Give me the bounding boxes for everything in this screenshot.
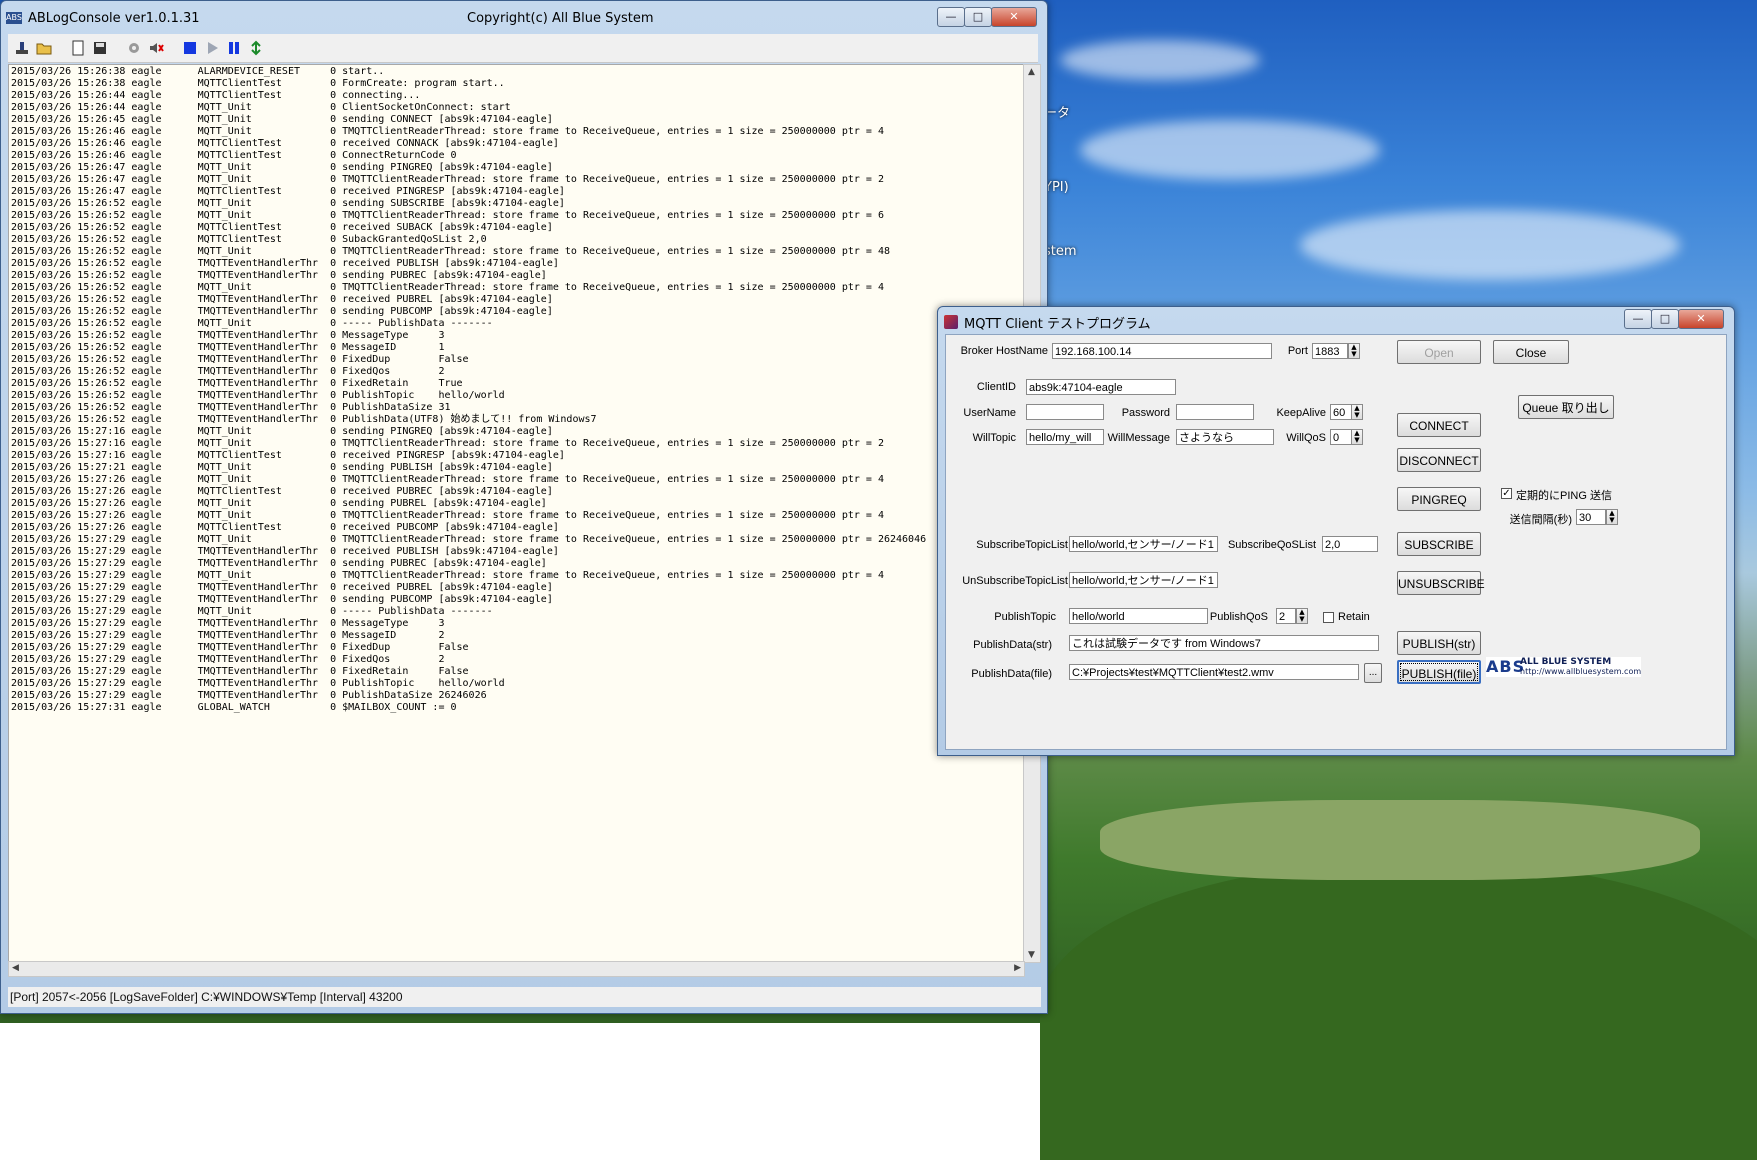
desktop-icon-label[interactable]: stem: [1044, 244, 1077, 259]
ping-interval-spinner[interactable]: ▲ ▼: [1606, 509, 1618, 525]
publish-data-str-label: PublishData(str): [973, 639, 1052, 651]
maximize-button[interactable]: □: [964, 7, 992, 27]
publish-qos-spinner[interactable]: ▲ ▼: [1296, 608, 1308, 624]
will-message-label: WillMessage: [1107, 432, 1170, 444]
will-qos-label: WillQoS: [1286, 432, 1326, 444]
close-button[interactable]: ✕: [991, 7, 1037, 27]
mute-icon[interactable]: [146, 38, 166, 58]
window-title: ABLogConsole ver1.0.1.31: [28, 11, 200, 26]
hill: [1040, 860, 1757, 1160]
ping-interval-label: 送信間隔(秒): [1509, 514, 1572, 526]
username-input[interactable]: [1026, 404, 1104, 420]
cloud: [1300, 210, 1680, 280]
port-input[interactable]: 1883: [1312, 343, 1348, 359]
unsubscribe-button[interactable]: UNSUBSCRIBE: [1397, 571, 1485, 595]
publish-topic-input[interactable]: hello/world: [1069, 608, 1208, 624]
subscribe-topic-input[interactable]: hello/world,センサー/ノード1: [1069, 536, 1218, 552]
stop-icon[interactable]: [180, 38, 200, 58]
browse-button[interactable]: ...: [1364, 663, 1382, 683]
publish-topic-label: PublishTopic: [994, 611, 1056, 623]
log-output[interactable]: 2015/03/26 15:26:38 eagle ALARMDEVICE_RE…: [8, 64, 1024, 963]
log-console-window: ABS ABLogConsole ver1.0.1.31 Copyright(c…: [0, 0, 1048, 1014]
retain-label: Retain: [1338, 611, 1370, 623]
close-button[interactable]: ✕: [1678, 309, 1724, 329]
horizontal-scrollbar[interactable]: ◀ ▶: [8, 961, 1025, 977]
publish-file-button[interactable]: PUBLISH(file): [1397, 660, 1481, 684]
mqtt-app-icon: [944, 315, 958, 329]
will-qos-input[interactable]: 0: [1330, 429, 1352, 445]
scroll-down-icon[interactable]: ▼: [1028, 950, 1035, 960]
will-topic-label: WillTopic: [972, 432, 1016, 444]
will-qos-spinner[interactable]: ▲ ▼: [1351, 429, 1363, 445]
ping-checkbox-label: 定期的にPING 送信: [1516, 490, 1612, 502]
subscribe-qos-input[interactable]: 2,0: [1322, 536, 1378, 552]
ping-checkbox[interactable]: ✓: [1501, 488, 1512, 499]
keepalive-spinner[interactable]: ▲ ▼: [1351, 404, 1363, 420]
port-spinner[interactable]: ▲ ▼: [1348, 343, 1360, 359]
disconnect-button[interactable]: DISCONNECT: [1397, 448, 1481, 472]
publish-data-str-input[interactable]: これは試験データです from Windows7: [1069, 635, 1379, 651]
pingreq-button[interactable]: PINGREQ: [1397, 487, 1481, 511]
abs-logo-name: ALL BLUE SYSTEM: [1520, 657, 1612, 667]
unsubscribe-topic-input[interactable]: hello/world,センサー/ノード1: [1069, 572, 1218, 588]
minimize-button[interactable]: —: [937, 7, 965, 27]
client-id-label: ClientID: [976, 381, 1016, 393]
ping-interval-input[interactable]: 30: [1576, 509, 1606, 525]
publish-str-button[interactable]: PUBLISH(str): [1397, 631, 1481, 655]
mqtt-client-window: MQTT Client テストプログラム — □ ✕ Broker HostNa…: [937, 306, 1735, 756]
mqtt-titlebar[interactable]: MQTT Client テストプログラム — □ ✕: [938, 307, 1734, 337]
unsubscribe-topic-label: UnSubscribeTopicList: [962, 575, 1068, 587]
publish-data-file-input[interactable]: C:¥Projects¥test¥MQTTClient¥test2.wmv: [1069, 664, 1359, 680]
scroll-right-icon[interactable]: ▶: [1014, 963, 1021, 973]
broker-host-label: Broker HostName: [960, 345, 1048, 357]
maximize-button[interactable]: □: [1651, 309, 1679, 329]
port-label: Port: [1287, 345, 1308, 357]
mqtt-form: Broker HostName 192.168.100.14 Port 1883…: [945, 334, 1727, 750]
play-icon[interactable]: [202, 38, 222, 58]
open-folder-icon[interactable]: [34, 38, 54, 58]
status-bar: [Port] 2057<-2056 [LogSaveFolder] C:¥WIN…: [8, 987, 1041, 1007]
toolbar: [8, 34, 1038, 63]
pause-icon[interactable]: [224, 38, 244, 58]
new-page-icon[interactable]: [68, 38, 88, 58]
publish-qos-input[interactable]: 2: [1276, 608, 1296, 624]
broker-host-input[interactable]: 192.168.100.14: [1052, 343, 1272, 359]
scroll-left-icon[interactable]: ◀: [12, 963, 19, 973]
minimize-button[interactable]: —: [1624, 309, 1652, 329]
log-text: 2015/03/26 15:26:38 eagle ALARMDEVICE_RE…: [11, 66, 927, 713]
close-connection-button[interactable]: Close: [1493, 340, 1569, 364]
password-label: Password: [1121, 407, 1170, 419]
will-topic-input[interactable]: hello/my_will: [1026, 429, 1104, 445]
subscribe-qos-label: SubscribeQoSList: [1227, 539, 1316, 551]
app-icon: ABS: [6, 12, 22, 24]
publish-data-file-label: PublishData(file): [971, 668, 1052, 680]
abs-logo: ABS ALL BLUE SYSTEM http://www.allbluesy…: [1486, 657, 1641, 677]
keepalive-label: KeepAlive: [1276, 407, 1326, 419]
keepalive-input[interactable]: 60: [1330, 404, 1352, 420]
subscribe-button[interactable]: SUBSCRIBE: [1397, 532, 1481, 556]
will-message-input[interactable]: さようなら: [1176, 429, 1274, 445]
refresh-icon[interactable]: [246, 38, 266, 58]
client-id-input[interactable]: abs9k:47104-eagle: [1026, 379, 1176, 395]
log-titlebar[interactable]: ABS ABLogConsole ver1.0.1.31 Copyright(c…: [1, 1, 1047, 31]
copyright-text: Copyright(c) All Blue System: [467, 11, 654, 26]
subscribe-topic-label: SubscribeTopicList: [976, 539, 1068, 551]
username-label: UserName: [963, 407, 1016, 419]
open-button[interactable]: Open: [1397, 340, 1481, 364]
publish-qos-label: PublishQoS: [1209, 611, 1268, 623]
password-input[interactable]: [1176, 404, 1254, 420]
connect-icon[interactable]: [12, 38, 32, 58]
abs-logo-url: http://www.allbluesystem.com: [1520, 667, 1642, 676]
connect-button[interactable]: CONNECT: [1397, 413, 1481, 437]
cloud: [1080, 120, 1380, 180]
save-icon[interactable]: [90, 38, 110, 58]
scroll-up-icon[interactable]: ▲: [1028, 67, 1035, 77]
window-title: MQTT Client テストプログラム: [964, 317, 1151, 332]
field: [1100, 800, 1700, 880]
cloud: [1060, 40, 1260, 80]
settings-icon[interactable]: [124, 38, 144, 58]
queue-button[interactable]: Queue 取り出し: [1518, 395, 1614, 419]
retain-checkbox[interactable]: [1323, 612, 1334, 623]
